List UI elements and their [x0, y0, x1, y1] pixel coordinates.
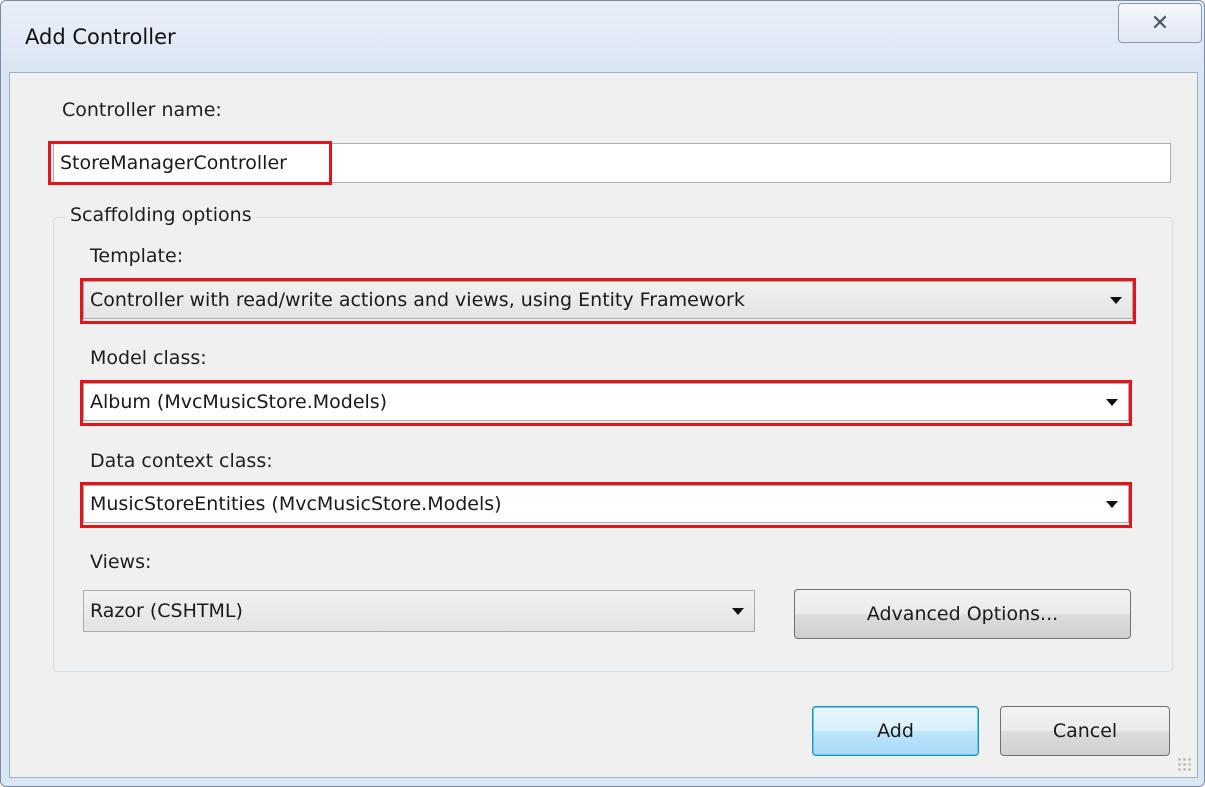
dialog-title: Add Controller: [25, 25, 176, 49]
data-context-class-selected: MusicStoreEntities (MvcMusicStore.Models…: [90, 493, 502, 515]
cancel-button[interactable]: Cancel: [1000, 706, 1170, 756]
data-context-class-select[interactable]: MusicStoreEntities (MvcMusicStore.Models…: [83, 485, 1129, 523]
model-class-selected: Album (MvcMusicStore.Models): [90, 391, 388, 413]
title-bar: Add Controller ✕: [1, 1, 1204, 71]
controller-name-input[interactable]: StoreManagerController: [53, 143, 1171, 183]
model-class-label: Model class:: [90, 347, 207, 369]
template-select[interactable]: Controller with read/write actions and v…: [83, 281, 1133, 319]
chevron-down-icon: [1110, 297, 1122, 304]
chevron-down-icon: [1106, 399, 1118, 406]
cancel-button-label: Cancel: [1052, 720, 1118, 742]
close-button[interactable]: ✕: [1118, 3, 1202, 43]
advanced-options-button[interactable]: Advanced Options...: [794, 589, 1131, 639]
controller-name-value: StoreManagerController: [60, 152, 287, 174]
views-selected: Razor (CSHTML): [90, 600, 243, 622]
resize-grip[interactable]: [1177, 757, 1191, 771]
views-select[interactable]: Razor (CSHTML): [83, 590, 755, 632]
advanced-options-label: Advanced Options...: [866, 603, 1059, 625]
dialog-body: Controller name: StoreManagerController …: [9, 72, 1198, 778]
template-selected: Controller with read/write actions and v…: [90, 289, 745, 311]
model-class-select[interactable]: Album (MvcMusicStore.Models): [83, 383, 1129, 421]
views-label: Views:: [90, 551, 152, 573]
controller-name-label: Controller name:: [62, 99, 222, 121]
add-button[interactable]: Add: [812, 706, 979, 756]
template-label: Template:: [90, 245, 184, 267]
data-context-class-label: Data context class:: [90, 450, 273, 472]
chevron-down-icon: [732, 608, 744, 615]
chevron-down-icon: [1106, 501, 1118, 508]
add-button-label: Add: [877, 720, 914, 742]
add-controller-dialog: Add Controller ✕ Controller name: StoreM…: [0, 0, 1205, 787]
close-icon: ✕: [1150, 10, 1170, 36]
scaffolding-options-legend: Scaffolding options: [66, 204, 256, 226]
